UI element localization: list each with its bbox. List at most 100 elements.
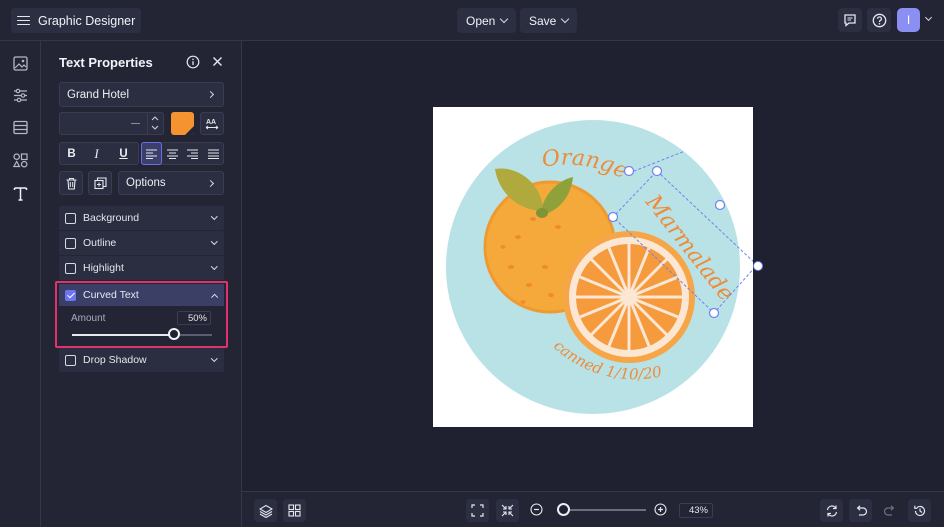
- align-right-button[interactable]: [182, 142, 203, 165]
- orange-stem: [536, 208, 548, 218]
- save-button[interactable]: Save: [520, 8, 578, 33]
- chevron-down-icon[interactable]: [151, 125, 159, 131]
- curved-text-label: Curved Text: [83, 289, 139, 301]
- zoom-out-icon[interactable]: [530, 503, 543, 516]
- amount-label: Amount: [71, 313, 106, 324]
- layers-icon: [258, 504, 273, 518]
- text-color-swatch[interactable]: [171, 112, 194, 135]
- undo-icon: [856, 504, 867, 516]
- text-properties-panel: Text Properties Grand Hotel AA B I U Opt…: [41, 41, 242, 527]
- align-center-icon: [167, 148, 178, 159]
- refresh-button[interactable]: [820, 499, 843, 522]
- refresh-icon: [826, 504, 837, 517]
- save-label: Save: [529, 13, 557, 28]
- grid-icon: [288, 504, 301, 517]
- highlight-label: Highlight: [83, 262, 124, 274]
- trash-icon: [66, 177, 77, 190]
- avatar[interactable]: I: [897, 8, 920, 32]
- open-label: Open: [466, 13, 496, 28]
- undo-button[interactable]: [849, 499, 872, 522]
- panel-title: Text Properties: [59, 55, 153, 70]
- font-select[interactable]: Grand Hotel: [59, 82, 224, 107]
- text-fit-button[interactable]: AA: [200, 112, 224, 135]
- font-size-stepper[interactable]: [147, 112, 162, 135]
- layers-button[interactable]: [254, 499, 277, 522]
- highlight-toggle-row[interactable]: Highlight: [59, 256, 224, 280]
- fit-screen-icon: [471, 504, 484, 517]
- comment-button[interactable]: [838, 8, 862, 32]
- history-button[interactable]: [908, 499, 931, 522]
- grid-button[interactable]: [283, 499, 306, 522]
- highlight-checkbox[interactable]: [65, 262, 76, 274]
- artboard[interactable]: Orange Marmalade canned 1/10/20: [433, 107, 758, 427]
- chevron-down-icon: [561, 14, 570, 24]
- chevron-down-icon: [500, 14, 509, 24]
- amount-value-input[interactable]: 50%: [177, 311, 211, 325]
- zoom-value-input[interactable]: 43%: [679, 503, 713, 518]
- chevron-down-icon: [210, 238, 217, 245]
- sliders-icon[interactable]: [12, 87, 29, 104]
- curved-text-section: Curved Text Amount 50%: [55, 281, 228, 348]
- tool-rail: [0, 41, 41, 527]
- align-justify-button[interactable]: [203, 142, 224, 165]
- outline-toggle-row[interactable]: Outline: [59, 231, 224, 255]
- text-icon[interactable]: [12, 185, 29, 202]
- align-right-icon: [187, 148, 198, 159]
- open-button[interactable]: Open: [457, 8, 517, 33]
- amount-slider-thumb[interactable]: [168, 328, 181, 340]
- chevron-down-icon: [210, 213, 217, 220]
- shrink-icon: [501, 504, 514, 517]
- shapes-icon[interactable]: [12, 152, 29, 169]
- font-size-placeholder: [131, 123, 140, 124]
- svg-text:AA: AA: [206, 119, 216, 126]
- selection-handle[interactable]: [753, 261, 763, 271]
- close-icon[interactable]: [212, 56, 223, 67]
- chevron-up-icon: [210, 294, 217, 301]
- layout-icon[interactable]: [12, 119, 29, 136]
- chevron-down-icon: [210, 263, 217, 270]
- help-icon: [872, 13, 886, 27]
- curved-text-checkbox[interactable]: [65, 289, 76, 301]
- history-icon: [913, 505, 925, 516]
- background-toggle-row[interactable]: Background: [59, 206, 224, 230]
- chevron-right-icon: [206, 90, 215, 99]
- align-center-button[interactable]: [162, 142, 183, 165]
- zoom-slider-thumb[interactable]: [556, 503, 570, 516]
- help-button[interactable]: [867, 8, 891, 32]
- background-checkbox[interactable]: [65, 212, 76, 224]
- options-button[interactable]: Options: [118, 171, 224, 195]
- bold-button[interactable]: B: [61, 142, 82, 165]
- curved-text-toggle-row[interactable]: Curved Text: [59, 284, 224, 306]
- chevron-up-icon[interactable]: [151, 115, 159, 121]
- image-icon[interactable]: [12, 55, 29, 72]
- italic-button[interactable]: I: [86, 142, 107, 165]
- shrink-button[interactable]: [496, 499, 519, 522]
- outline-checkbox[interactable]: [65, 237, 76, 249]
- align-left-button[interactable]: [141, 142, 162, 165]
- bottom-bar: 43%: [242, 491, 944, 527]
- chevron-down-icon[interactable]: [924, 13, 933, 22]
- text-fit-icon: AA: [205, 119, 219, 130]
- duplicate-icon: [94, 177, 107, 190]
- comment-icon: [844, 14, 856, 27]
- duplicate-button[interactable]: [88, 171, 112, 195]
- delete-button[interactable]: [59, 171, 83, 195]
- redo-button[interactable]: [878, 499, 901, 522]
- zoom-slider-track[interactable]: [561, 509, 646, 511]
- amount-slider-fill: [72, 334, 175, 336]
- drop-shadow-label: Drop Shadow: [83, 354, 147, 366]
- design-artwork: Orange Marmalade canned 1/10/20: [446, 120, 758, 414]
- outline-label: Outline: [83, 237, 117, 249]
- underline-button[interactable]: U: [113, 142, 134, 165]
- info-icon[interactable]: [186, 55, 200, 69]
- menu-icon: [17, 15, 30, 26]
- redo-icon: [883, 504, 894, 516]
- drop-shadow-checkbox[interactable]: [65, 354, 76, 366]
- font-name: Grand Hotel: [67, 88, 130, 101]
- zoom-in-icon[interactable]: [654, 503, 667, 516]
- app-menu-button[interactable]: Graphic Designer: [11, 8, 142, 33]
- chevron-right-icon: [206, 179, 215, 188]
- drop-shadow-toggle-row[interactable]: Drop Shadow: [59, 348, 224, 372]
- background-label: Background: [83, 212, 140, 224]
- fit-screen-button[interactable]: [466, 499, 489, 522]
